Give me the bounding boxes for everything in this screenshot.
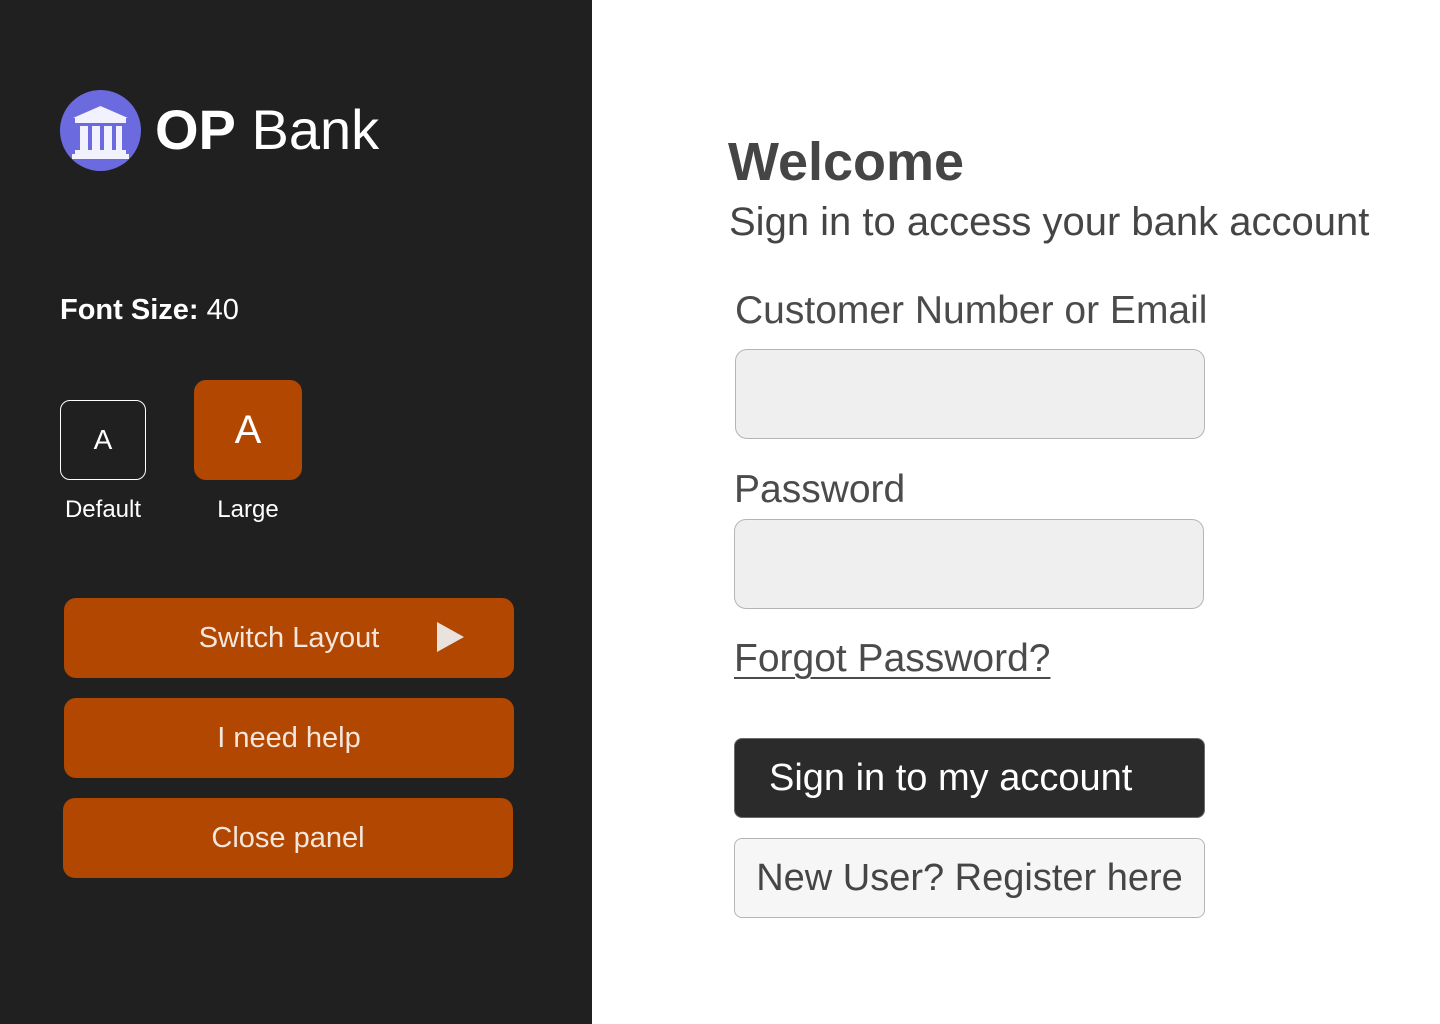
password-input[interactable]	[734, 519, 1204, 609]
need-help-label: I need help	[217, 721, 361, 754]
sign-in-area: Welcome Sign in to access your bank acco…	[592, 0, 1440, 1024]
font-size-value: 40	[198, 294, 239, 326]
font-size-key: Font Size:	[60, 294, 199, 326]
font-size-large-glyph: A	[234, 407, 262, 452]
font-size-readout: Font Size: 40	[60, 292, 239, 328]
brand-name-light: Bank	[235, 98, 380, 161]
bank-logo-svg	[60, 89, 141, 171]
font-size-large-caption: Large	[217, 496, 279, 523]
password-field-label: Password	[734, 468, 906, 511]
sign-in-label: Sign in to my account	[769, 756, 1133, 799]
play-icon	[437, 622, 464, 652]
font-size-default-button[interactable]: A	[60, 400, 146, 480]
need-help-button[interactable]: I need help	[64, 698, 514, 778]
accessibility-panel: OP Bank Font Size: 40 A A Default Large …	[0, 0, 592, 1024]
page-subtitle: Sign in to access your bank account	[729, 200, 1370, 244]
switch-layout-label: Switch Layout	[198, 621, 380, 654]
customer-number-input[interactable]	[735, 349, 1205, 439]
font-size-default-glyph: A	[93, 424, 113, 455]
page-title: Welcome	[728, 132, 965, 192]
register-button[interactable]: New User? Register here	[734, 838, 1205, 918]
bank-building-icon	[60, 89, 141, 171]
close-panel-button[interactable]: Close panel	[63, 798, 513, 878]
brand-name: OP Bank	[155, 90, 379, 170]
page: OP Bank Font Size: 40 A A Default Large …	[0, 0, 1440, 1024]
customer-field-label: Customer Number or Email	[735, 289, 1208, 332]
switch-layout-button[interactable]: Switch Layout	[64, 598, 514, 678]
brand: OP Bank	[60, 89, 379, 171]
brand-name-strong: OP	[155, 98, 236, 161]
sign-in-button[interactable]: Sign in to my account	[734, 738, 1205, 818]
register-label: New User? Register here	[756, 856, 1183, 899]
close-panel-label: Close panel	[211, 821, 365, 854]
font-size-default-caption: Default	[64, 496, 142, 523]
forgot-password-link[interactable]: Forgot Password?	[734, 636, 1050, 682]
font-size-large-button[interactable]: A	[194, 380, 302, 480]
